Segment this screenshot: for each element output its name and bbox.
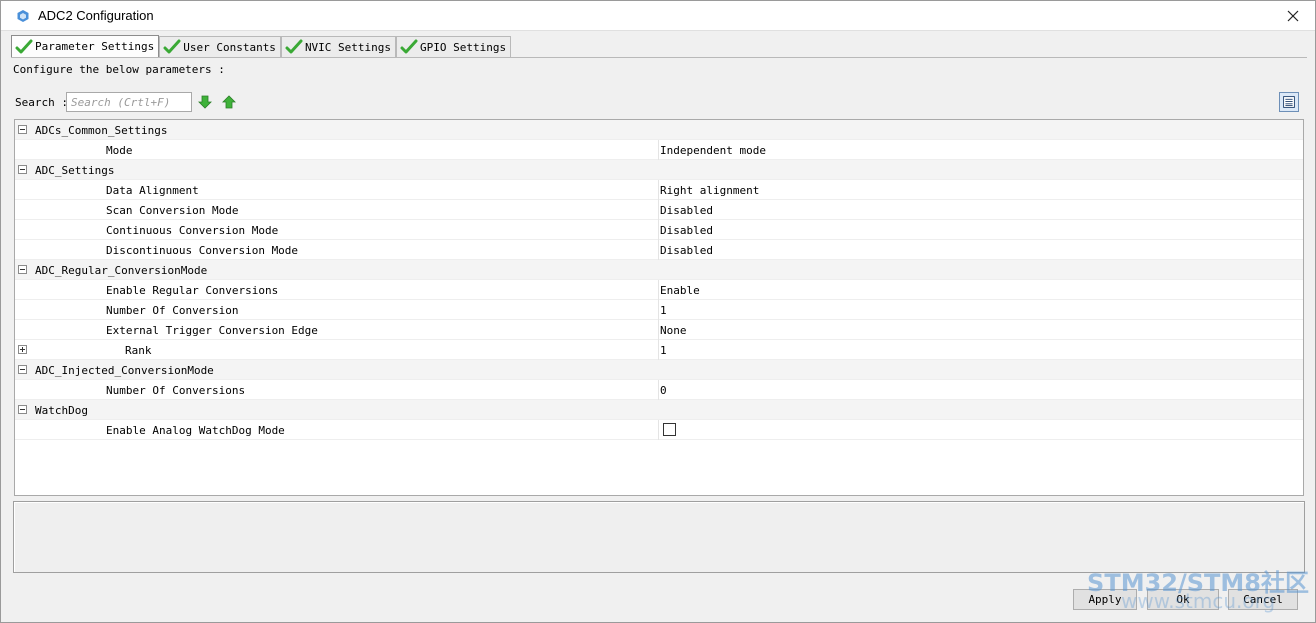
parameter-row[interactable]: Mode Independent mode xyxy=(15,140,1303,160)
group-name: ADC_Regular_ConversionMode xyxy=(35,264,208,277)
group-name: ADCs_Common_Settings xyxy=(35,124,168,137)
group-name: ADC_Settings xyxy=(35,164,115,177)
parameter-row[interactable]: Enable Analog WatchDog Mode xyxy=(15,420,1303,440)
parameter-name: Data Alignment xyxy=(106,184,199,197)
green-check-icon xyxy=(400,39,418,54)
collapse-icon[interactable] xyxy=(18,165,27,174)
collapse-icon[interactable] xyxy=(18,265,27,274)
green-check-icon xyxy=(15,39,33,53)
parameter-value[interactable]: 0 xyxy=(660,384,667,397)
collapse-icon[interactable] xyxy=(18,125,27,134)
tab-label: GPIO Settings xyxy=(420,40,507,54)
close-icon[interactable] xyxy=(1283,6,1303,26)
tab-gpio-settings[interactable]: GPIO Settings xyxy=(396,36,512,57)
parameter-row[interactable]: Number Of Conversions 0 xyxy=(15,380,1303,400)
watermark-url: www.stmcu.org xyxy=(1121,589,1276,613)
parameter-name: Enable Regular Conversions xyxy=(106,284,279,297)
parameter-name: Number Of Conversions xyxy=(106,384,246,397)
parameter-row[interactable]: Number Of Conversion 1 xyxy=(15,300,1303,320)
group-row[interactable]: ADC_Settings xyxy=(15,160,1303,180)
arrow-down-icon[interactable] xyxy=(198,95,212,109)
collapse-icon[interactable] xyxy=(18,365,27,374)
parameter-row[interactable]: External Trigger Conversion Edge None xyxy=(15,320,1303,340)
tab-strip: Parameter Settings User Constants NVIC S… xyxy=(11,35,512,57)
parameter-value[interactable]: 1 xyxy=(660,344,667,357)
parameter-value[interactable]: Disabled xyxy=(660,224,713,237)
search-label: Search : xyxy=(15,96,68,109)
collapse-icon[interactable] xyxy=(18,405,27,414)
parameter-name: Scan Conversion Mode xyxy=(106,204,239,217)
group-row[interactable]: ADC_Regular_ConversionMode xyxy=(15,260,1303,280)
expand-icon[interactable] xyxy=(18,345,27,354)
parameter-row[interactable]: Enable Regular Conversions Enable xyxy=(15,280,1303,300)
parameter-name: Continuous Conversion Mode xyxy=(106,224,279,237)
parameter-name: Discontinuous Conversion Mode xyxy=(106,244,299,257)
parameter-name: Rank xyxy=(125,344,152,357)
parameter-value[interactable]: Enable xyxy=(660,284,700,297)
tab-user-constants[interactable]: User Constants xyxy=(159,36,281,57)
parameter-name: Enable Analog WatchDog Mode xyxy=(106,424,285,437)
app-cube-icon xyxy=(17,10,29,22)
parameter-value[interactable]: Right alignment xyxy=(660,184,759,197)
parameter-value[interactable]: 1 xyxy=(660,304,667,317)
group-row[interactable]: ADC_Injected_ConversionMode xyxy=(15,360,1303,380)
arrow-up-icon[interactable] xyxy=(222,95,236,109)
parameter-grid: ADCs_Common_Settings Mode Independent mo… xyxy=(14,119,1304,496)
window-title: ADC2 Configuration xyxy=(38,8,154,23)
configure-instructions: Configure the below parameters : xyxy=(13,63,225,76)
group-row[interactable]: ADCs_Common_Settings xyxy=(15,120,1303,140)
parameter-value[interactable]: Independent mode xyxy=(660,144,766,157)
parameter-row[interactable]: Scan Conversion Mode Disabled xyxy=(15,200,1303,220)
parameter-row[interactable]: Data Alignment Right alignment xyxy=(15,180,1303,200)
green-check-icon xyxy=(285,39,303,54)
parameter-row[interactable]: Rank 1 xyxy=(15,340,1303,360)
list-view-icon[interactable] xyxy=(1279,92,1299,112)
parameter-name: Number Of Conversion xyxy=(106,304,239,317)
parameter-value[interactable]: Disabled xyxy=(660,244,713,257)
parameter-row[interactable]: Discontinuous Conversion Mode Disabled xyxy=(15,240,1303,260)
enable-watchdog-checkbox[interactable] xyxy=(663,423,676,436)
title-bar: ADC2 Configuration xyxy=(1,1,1315,31)
tab-label: Parameter Settings xyxy=(35,40,155,53)
tab-parameter-settings[interactable]: Parameter Settings xyxy=(11,35,160,57)
group-name: ADC_Injected_ConversionMode xyxy=(35,364,214,377)
parameter-name: Mode xyxy=(106,144,133,157)
search-input[interactable] xyxy=(66,92,192,112)
adc2-configuration-dialog: ADC2 Configuration Parameter Settings Us… xyxy=(0,0,1316,623)
green-check-icon xyxy=(163,39,181,54)
parameter-row[interactable]: Continuous Conversion Mode Disabled xyxy=(15,220,1303,240)
group-row[interactable]: WatchDog xyxy=(15,400,1303,420)
parameter-value[interactable]: Disabled xyxy=(660,204,713,217)
parameter-name: External Trigger Conversion Edge xyxy=(106,324,318,337)
group-name: WatchDog xyxy=(35,404,88,417)
parameter-value[interactable]: None xyxy=(660,324,687,337)
tab-nvic-settings[interactable]: NVIC Settings xyxy=(280,36,397,57)
tab-label: User Constants xyxy=(183,40,276,54)
tab-label: NVIC Settings xyxy=(304,40,392,54)
tab-divider xyxy=(11,57,1307,58)
